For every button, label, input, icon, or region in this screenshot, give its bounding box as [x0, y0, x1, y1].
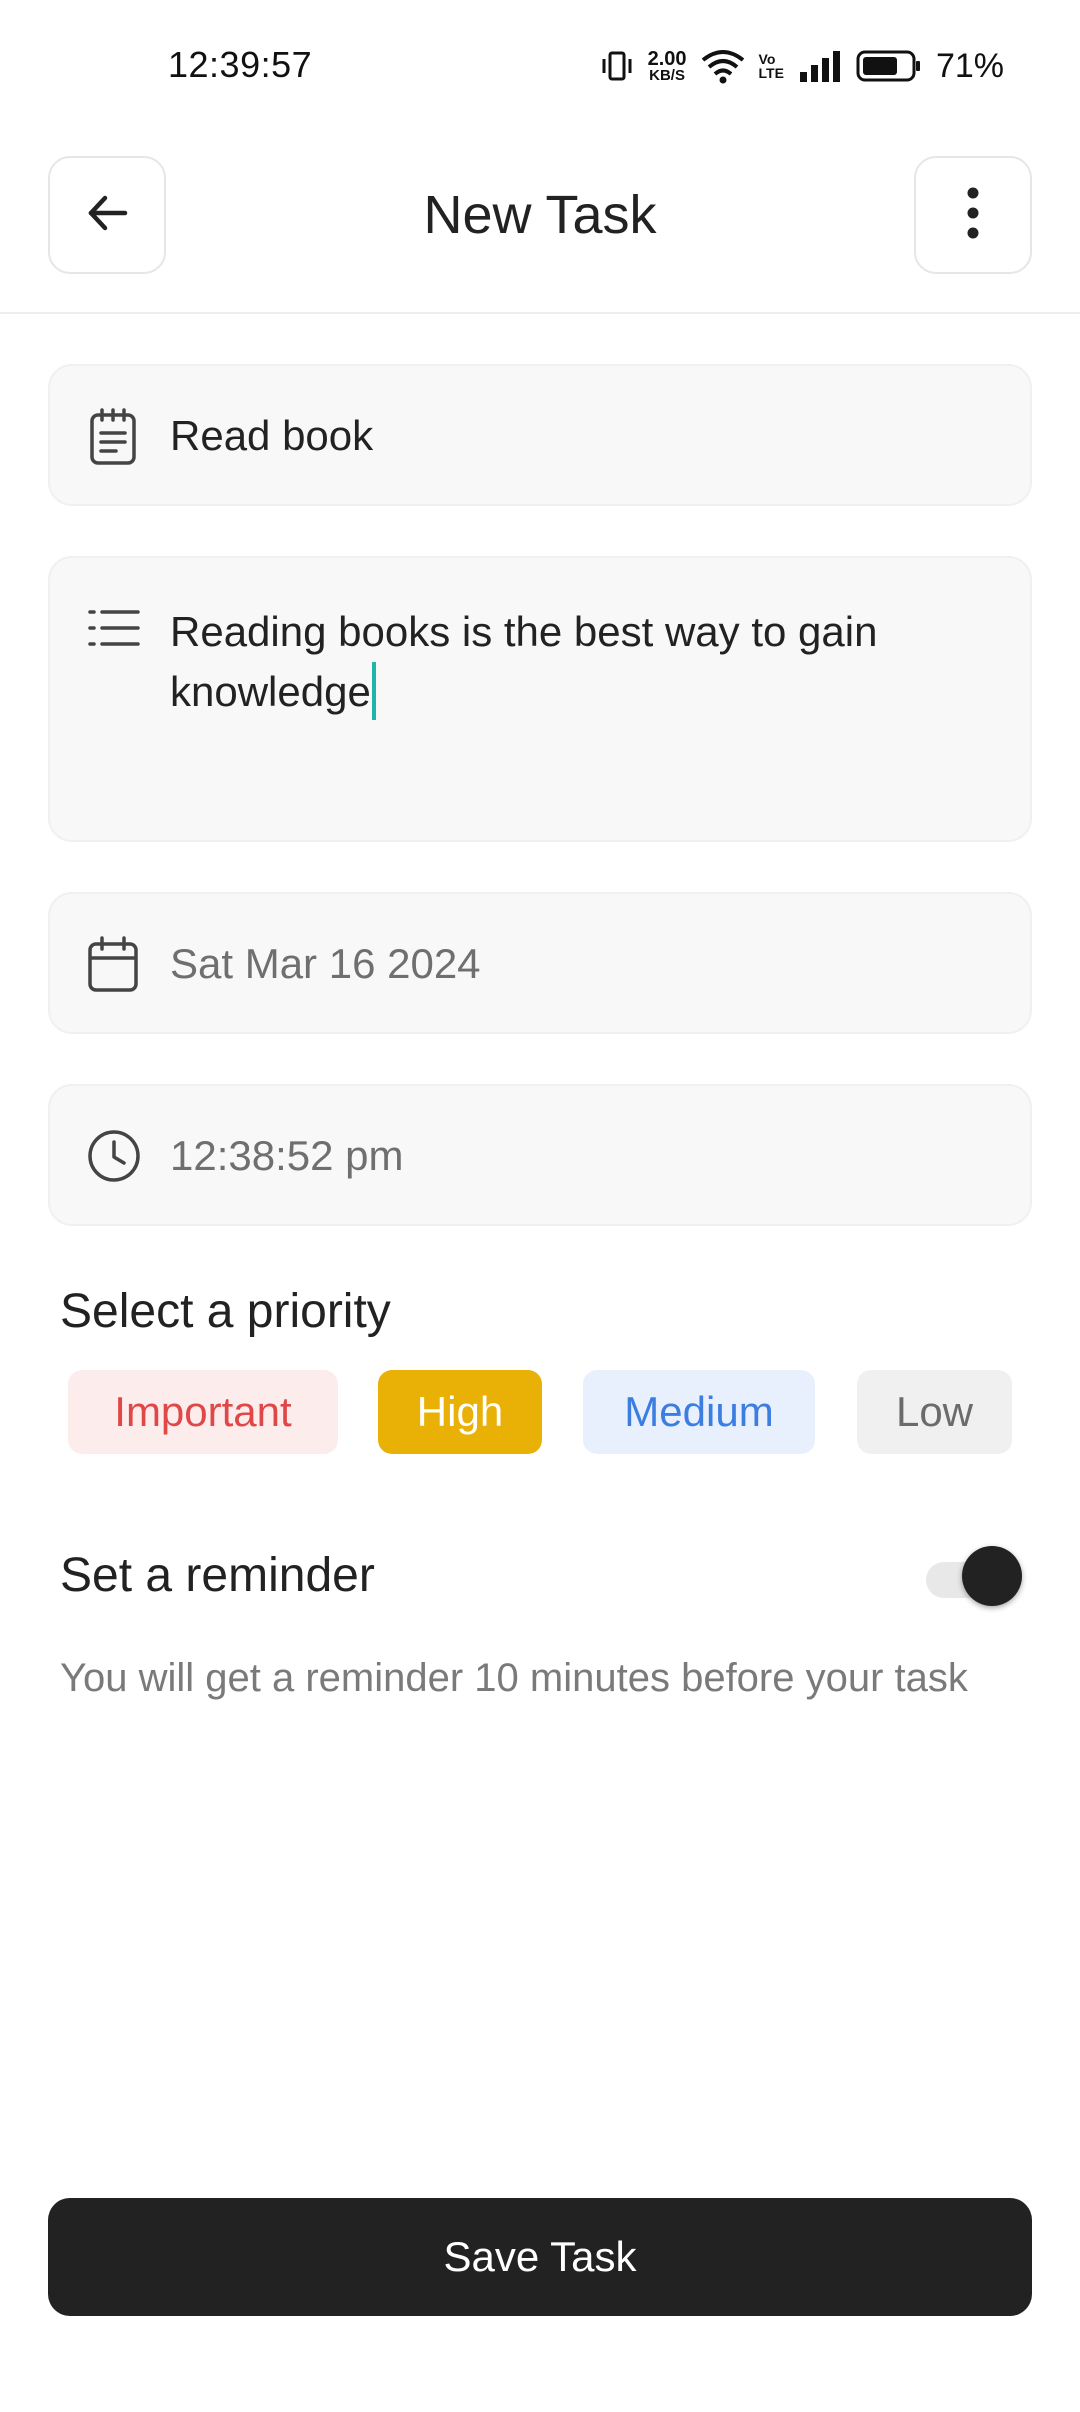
calendar-icon: [86, 936, 140, 999]
priority-chip-medium[interactable]: Medium: [583, 1370, 815, 1454]
text-cursor: [371, 661, 376, 720]
task-date-field[interactable]: Sat Mar 16 2024: [48, 892, 1032, 1034]
status-bar: 12:39:57 2.00 KB/S Vo LTE 71%: [0, 0, 1080, 140]
more-vertical-icon: [963, 186, 983, 245]
priority-chip-important[interactable]: Important: [68, 1370, 338, 1454]
volte-indicator: Vo LTE: [759, 52, 784, 80]
network-speed-value: 2.00: [647, 47, 687, 70]
app-header: New Task: [0, 154, 1080, 314]
task-title-value: Read book: [170, 412, 374, 459]
status-icons: 2.00 KB/S Vo LTE 71%: [600, 44, 1004, 88]
reminder-heading: Set a reminder: [60, 1549, 375, 1602]
task-description-field[interactable]: Reading books is the best way to gain kn…: [48, 556, 1032, 842]
task-time-field[interactable]: 12:38:52 pm: [48, 1084, 1032, 1226]
save-task-button[interactable]: Save Task: [48, 2198, 1032, 2316]
volte-bottom: LTE: [758, 65, 784, 81]
signal-icon: [798, 50, 842, 82]
battery-icon: [856, 49, 922, 83]
battery-percentage: 71%: [935, 46, 1004, 85]
clock-icon: [86, 1128, 142, 1189]
toggle-thumb: [962, 1546, 1022, 1606]
list-icon: [86, 606, 140, 655]
priority-heading: Select a priority: [60, 1285, 391, 1338]
more-options-button[interactable]: [914, 156, 1032, 274]
priority-chip-high[interactable]: High: [378, 1370, 542, 1454]
wifi-icon: [701, 48, 745, 84]
priority-options: Important High Medium Low: [68, 1370, 1012, 1454]
vibrate-icon: [600, 49, 634, 83]
volte-top: Vo: [758, 51, 776, 67]
priority-chip-low[interactable]: Low: [857, 1370, 1012, 1454]
network-speed-unit: KB/S: [649, 66, 685, 84]
reminder-description: You will get a reminder 10 minutes befor…: [60, 1656, 968, 1700]
status-time: 12:39:57: [168, 44, 313, 85]
task-title-field[interactable]: Read book: [48, 364, 1032, 506]
task-date-value: Sat Mar 16 2024: [170, 940, 481, 987]
notepad-icon: [86, 408, 140, 471]
task-time-value: 12:38:52 pm: [170, 1132, 404, 1179]
task-description-text: Reading books is the best way to gain kn…: [170, 608, 878, 715]
task-description-value: Reading books is the best way to gain kn…: [170, 602, 980, 724]
reminder-toggle[interactable]: [924, 1546, 1024, 1610]
network-speed: 2.00 KB/S: [647, 47, 687, 84]
